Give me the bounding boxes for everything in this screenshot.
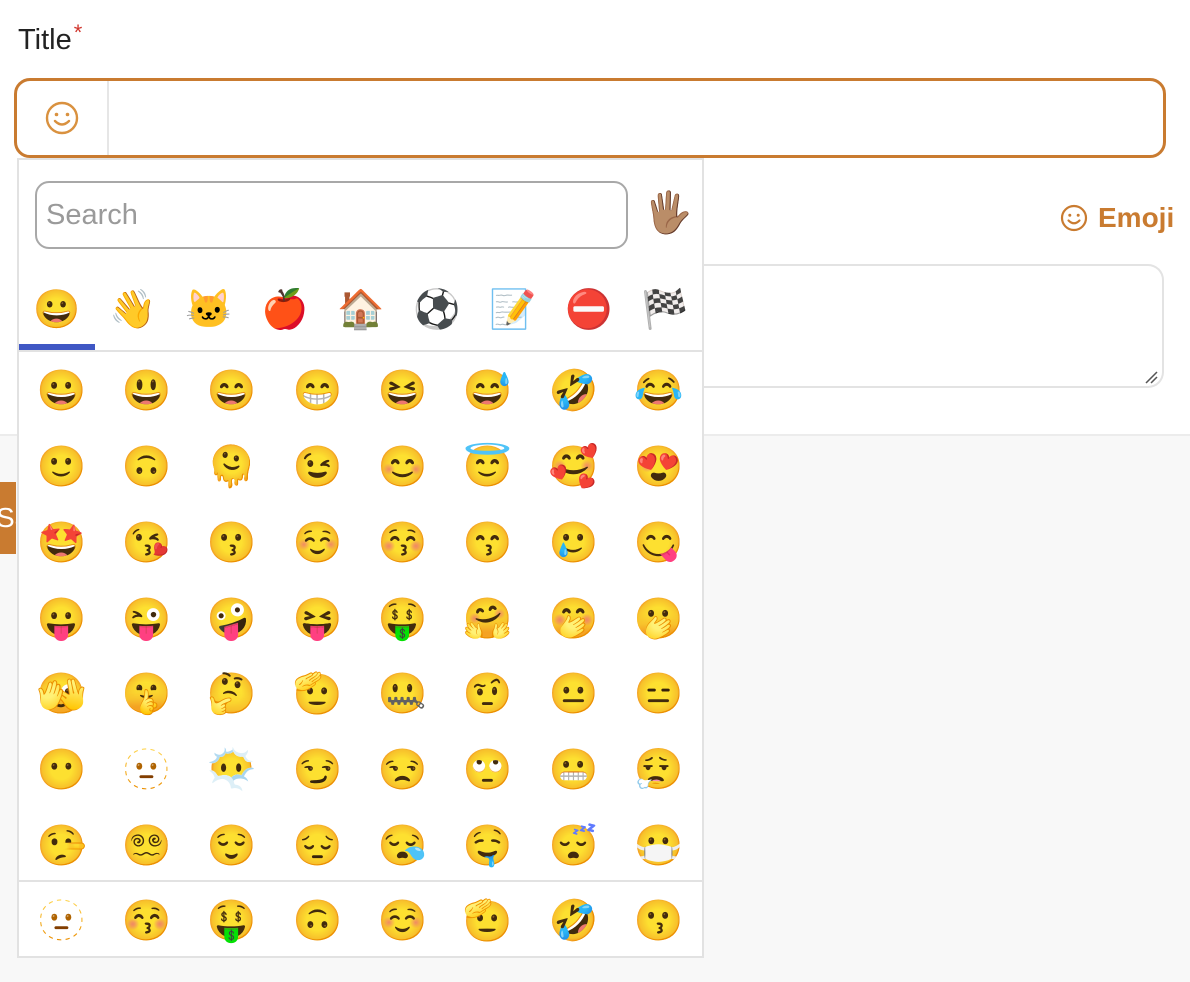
emoji-cell[interactable]: 😛 — [19, 580, 104, 656]
title-field — [14, 78, 1166, 158]
emoji-cell[interactable]: 😇 — [445, 428, 530, 504]
emoji-toggle-button[interactable]: Emoji — [1060, 202, 1174, 234]
emoji-cell[interactable]: 😷 — [616, 807, 701, 880]
emoji-cell[interactable]: 😍 — [616, 428, 701, 504]
emoji-cell[interactable]: 😪 — [360, 807, 445, 880]
emoji-cell[interactable]: 😵‍💫 — [104, 807, 189, 880]
emoji-cell[interactable]: 🤐 — [360, 655, 445, 731]
emoji-cell[interactable]: 🫢 — [616, 580, 701, 656]
emoji-cell[interactable]: 😙 — [445, 504, 530, 580]
category-tab[interactable]: 🐱 — [171, 270, 247, 350]
emoji-cell[interactable]: 😚 — [360, 504, 445, 580]
category-tab[interactable]: 📝 — [475, 270, 551, 350]
category-tab[interactable]: ⚽ — [399, 270, 475, 350]
emoji-cell[interactable]: 😑 — [616, 655, 701, 731]
emoji-cell[interactable]: 🥰 — [531, 428, 616, 504]
recent-emoji-cell[interactable]: ☺️ — [360, 882, 445, 958]
recent-emoji-cell[interactable]: 🫥 — [19, 882, 104, 958]
emoji-cell[interactable]: 😆 — [360, 352, 445, 428]
emoji-cell[interactable]: ☺️ — [275, 504, 360, 580]
emoji-cell[interactable]: 😐 — [531, 655, 616, 731]
emoji-cell[interactable]: 😘 — [104, 504, 189, 580]
emoji-cell[interactable]: 🤔 — [189, 655, 274, 731]
emoji-toggle-label: Emoji — [1098, 202, 1175, 233]
emoji-cell[interactable]: 😁 — [275, 352, 360, 428]
emoji-cell[interactable]: 😂 — [616, 352, 701, 428]
recent-emoji-cell[interactable]: 🙃 — [275, 882, 360, 958]
emoji-picker: 🖐🏽 😀👋🐱🍎🏠⚽📝⛔🏁 😀😃😄😁😆😅🤣😂🙂🙃🫠😉😊😇🥰😍🤩😘😗☺️😚😙🥲😋😛😜… — [17, 158, 704, 958]
emoji-cell[interactable]: 🫠 — [189, 428, 274, 504]
emoji-cell[interactable]: 😬 — [531, 731, 616, 807]
emoji-cell[interactable]: 😒 — [360, 731, 445, 807]
emoji-cell[interactable]: 😀 — [19, 352, 104, 428]
emoji-cell[interactable]: 😜 — [104, 580, 189, 656]
emoji-cell[interactable]: 🤨 — [445, 655, 530, 731]
emoji-cell[interactable]: 😶‍🌫️ — [189, 731, 274, 807]
emoji-cell[interactable]: 🤗 — [445, 580, 530, 656]
emoji-cell[interactable]: 😊 — [360, 428, 445, 504]
required-asterisk: * — [73, 20, 83, 45]
emoji-cell[interactable]: 😗 — [189, 504, 274, 580]
emoji-cell[interactable]: 😄 — [189, 352, 274, 428]
skin-tone-selector[interactable]: 🖐🏽 — [643, 190, 693, 236]
title-label: Title* — [18, 20, 82, 57]
emoji-cell[interactable]: 🙂 — [19, 428, 104, 504]
title-label-text: Title — [18, 24, 72, 56]
category-tabs: 😀 👋 🐱 🍎 🏠 ⚽ 📝 ⛔ 🏁 — [19, 270, 702, 352]
emoji-cell[interactable]: 🤣 — [531, 352, 616, 428]
emoji-cell[interactable]: 😋 — [616, 504, 701, 580]
active-category-indicator — [19, 344, 95, 350]
recent-emoji-cell[interactable]: 🤣 — [531, 882, 616, 958]
emoji-cell[interactable]: 🫡 — [275, 655, 360, 731]
description-textarea[interactable] — [700, 264, 1164, 388]
category-tab[interactable]: ⛔ — [551, 270, 627, 350]
title-emoji-button[interactable] — [17, 81, 109, 155]
emoji-cell[interactable]: 🙄 — [445, 731, 530, 807]
emoji-cell[interactable]: 🥲 — [531, 504, 616, 580]
emoji-cell[interactable]: 🤪 — [189, 580, 274, 656]
emoji-cell[interactable]: 😃 — [104, 352, 189, 428]
emoji-cell[interactable]: 😏 — [275, 731, 360, 807]
emoji-cell[interactable]: 🤤 — [445, 807, 530, 880]
emoji-cell[interactable]: 🤫 — [104, 655, 189, 731]
emoji-cell[interactable]: 🫣 — [19, 655, 104, 731]
title-input[interactable] — [111, 81, 1161, 155]
save-button[interactable]: Sa — [0, 482, 16, 554]
recent-emoji-cell[interactable]: 🫡 — [445, 882, 530, 958]
recent-emoji-row: 🫥 😚 🤑 🙃 ☺️ 🫡 🤣 😗 — [19, 880, 702, 956]
category-tab[interactable]: 🍎 — [247, 270, 323, 350]
smile-icon — [1060, 204, 1088, 232]
emoji-cell[interactable]: 😝 — [275, 580, 360, 656]
emoji-cell[interactable]: 😅 — [445, 352, 530, 428]
emoji-cell[interactable]: 😉 — [275, 428, 360, 504]
recent-emoji-cell[interactable]: 😚 — [104, 882, 189, 958]
emoji-grid: 😀 😃 😄 😁 😆 😅 🤣 😂 🙂 🙃 🫠 😉 😊 😇 🥰 😍 🤩 😘 😗 ☺️ 😚 😙 🥲 😋 😛 😜 🤪 😝 🤑 🤗 🤭 🫢 🫣 🤫 🤔 🫡 🤐 🤨 😐… — [19, 352, 702, 880]
category-tab[interactable]: 🏁 — [627, 270, 703, 350]
category-tab[interactable]: 👋 — [95, 270, 171, 350]
emoji-search-input[interactable] — [35, 181, 628, 249]
emoji-cell[interactable]: 😔 — [275, 807, 360, 880]
save-button-label: Sa — [0, 502, 16, 533]
smile-icon — [45, 101, 79, 135]
recent-emoji-cell[interactable]: 😗 — [616, 882, 701, 958]
emoji-cell[interactable]: 😶 — [19, 731, 104, 807]
recent-emoji-cell[interactable]: 🤑 — [189, 882, 274, 958]
emoji-cell[interactable]: 🙃 — [104, 428, 189, 504]
picker-search-row: 🖐🏽 — [19, 160, 702, 270]
resize-grip-icon[interactable] — [1142, 368, 1158, 384]
emoji-cell[interactable]: 😮‍💨 — [616, 731, 701, 807]
emoji-cell[interactable]: 🫥 — [104, 731, 189, 807]
emoji-cell[interactable]: 😴 — [531, 807, 616, 880]
emoji-cell[interactable]: 🤭 — [531, 580, 616, 656]
emoji-cell[interactable]: 🤑 — [360, 580, 445, 656]
emoji-cell[interactable]: 🤩 — [19, 504, 104, 580]
emoji-cell[interactable]: 😌 — [189, 807, 274, 880]
emoji-cell[interactable]: 🤥 — [19, 807, 104, 880]
category-tab[interactable]: 😀 — [19, 270, 95, 350]
category-tab[interactable]: 🏠 — [323, 270, 399, 350]
